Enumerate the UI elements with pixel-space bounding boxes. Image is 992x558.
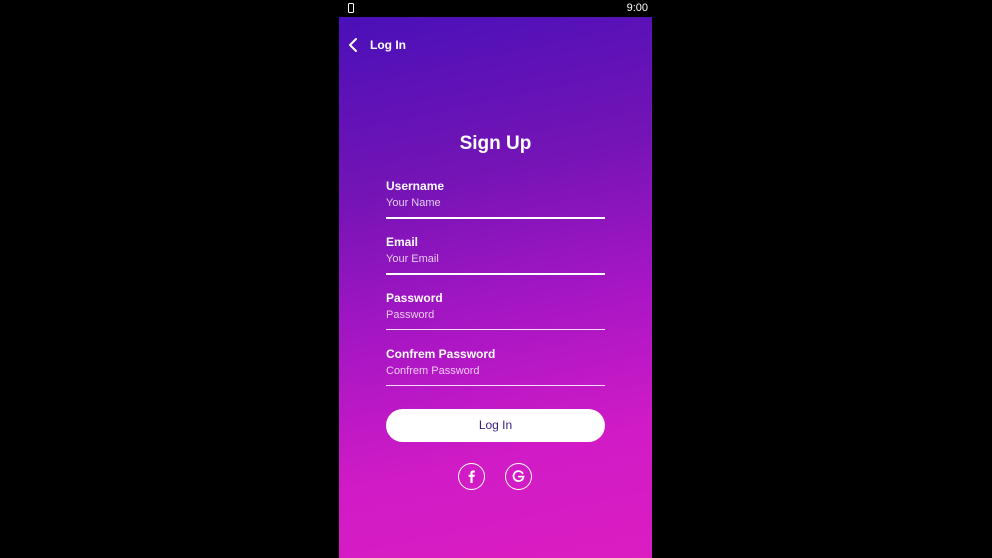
page-title: Sign Up [459,133,532,154]
email-underline [386,273,605,275]
username-field: Username [386,179,605,227]
back-label: Log In [370,38,406,52]
chevron-left-icon [349,38,357,52]
google-icon [512,470,525,482]
password-input[interactable] [386,306,605,324]
confirm-password-underline [386,385,605,386]
status-time: 9:00 [626,2,648,14]
facebook-button[interactable] [458,463,485,490]
email-field: Email [386,235,605,283]
password-label: Password [386,291,443,305]
status-bar: 9:00 [339,0,652,17]
back-to-login-button[interactable]: Log In [347,35,427,57]
username-input[interactable] [386,194,605,212]
facebook-icon [468,470,475,483]
email-label: Email [386,235,419,249]
confirm-password-input[interactable] [386,362,605,380]
confirm-password-label: Confrem Password [386,347,496,361]
phone-icon [348,3,354,13]
login-button[interactable]: Log In [386,409,605,442]
signup-screen: Log In Sign Up Username Email Password C… [339,17,652,558]
username-underline [386,217,605,219]
google-button[interactable] [505,463,532,490]
email-input[interactable] [386,250,605,268]
confirm-password-field: Confrem Password [386,347,605,395]
password-underline [386,329,605,330]
password-field: Password [386,291,605,339]
username-label: Username [386,179,445,193]
